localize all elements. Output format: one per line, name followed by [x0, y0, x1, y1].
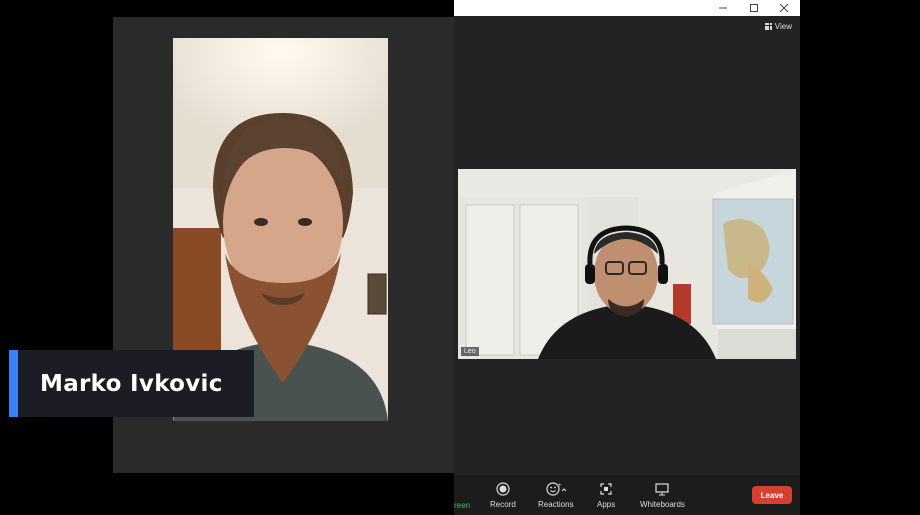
reactions-label: Reactions — [538, 500, 574, 509]
view-label: View — [774, 22, 792, 31]
record-button[interactable]: Record — [490, 481, 516, 509]
minimize-icon[interactable] — [712, 0, 734, 16]
speaker-name-lower-third: Marko Ivkovic — [9, 350, 254, 417]
maximize-icon[interactable] — [743, 0, 765, 16]
meeting-toolbar: reen Record + Reactions Apps Whiteboards… — [454, 475, 800, 515]
apps-button[interactable]: Apps — [597, 481, 615, 509]
window-titlebar — [454, 0, 800, 16]
svg-text:+: + — [558, 483, 562, 489]
leo-video-feed — [458, 169, 796, 359]
view-button[interactable]: View — [764, 22, 792, 31]
speaker-name: Marko Ivkovic — [40, 370, 223, 397]
smiley-plus-icon: + — [546, 481, 566, 496]
record-label: Record — [490, 500, 516, 509]
apps-icon — [599, 481, 613, 496]
leave-button[interactable]: Leave — [752, 486, 792, 504]
close-icon[interactable] — [773, 0, 795, 16]
participant-video-leo[interactable]: Leo — [458, 169, 796, 359]
share-screen-label-fragment[interactable]: reen — [454, 501, 470, 510]
record-icon — [496, 481, 510, 496]
whiteboards-button[interactable]: Whiteboards — [640, 481, 685, 509]
whiteboards-label: Whiteboards — [640, 500, 685, 509]
name-accent-bar — [9, 350, 18, 417]
whiteboard-icon — [655, 481, 670, 496]
screen: View Leo reen Record + Reactions Apps Wh… — [0, 0, 920, 515]
grid-view-icon — [764, 23, 772, 30]
participant-name-label: Leo — [461, 347, 479, 356]
zoom-meeting-window: View Leo reen Record + Reactions Apps Wh… — [454, 0, 800, 515]
apps-label: Apps — [597, 500, 616, 509]
reactions-button[interactable]: + Reactions — [538, 481, 574, 509]
